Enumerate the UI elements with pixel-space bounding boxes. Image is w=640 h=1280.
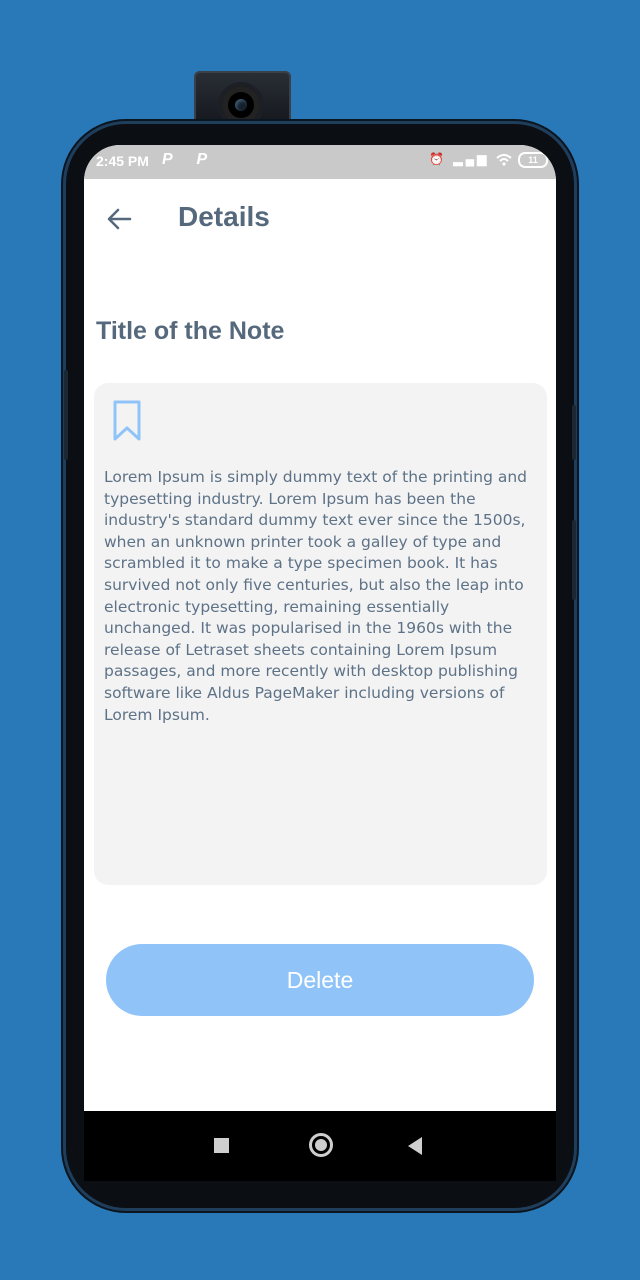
page-title: Details xyxy=(178,201,270,232)
app-bar: Details xyxy=(84,179,556,259)
bookmark-icon[interactable] xyxy=(112,399,142,443)
phone-side-button xyxy=(572,520,576,600)
phone-side-button xyxy=(572,405,576,460)
signal-icon: ▂▄▆ xyxy=(453,152,490,167)
camera-lens xyxy=(222,86,260,124)
status-icons: ⏰ ▂▄▆ 11 xyxy=(429,152,548,168)
status-time: 2:45 PM xyxy=(96,153,149,169)
arrow-left-icon xyxy=(107,208,132,230)
back-triangle-icon[interactable] xyxy=(408,1137,422,1155)
battery-icon: 11 xyxy=(518,152,548,168)
notification-icons: P P xyxy=(162,151,218,168)
app-screen: 2:45 PM P P ⏰ ▂▄▆ 11 Details Title of th… xyxy=(84,145,556,1111)
alarm-icon: ⏰ xyxy=(429,152,447,167)
delete-button[interactable]: Delete xyxy=(106,944,534,1016)
status-bar: 2:45 PM P P ⏰ ▂▄▆ 11 xyxy=(84,145,556,179)
back-button[interactable] xyxy=(104,203,136,235)
note-title: Title of the Note xyxy=(96,317,285,345)
system-nav-bar xyxy=(84,1111,556,1181)
wifi-icon xyxy=(496,154,512,166)
phone-side-button xyxy=(64,370,68,460)
recents-square-icon[interactable] xyxy=(214,1138,229,1153)
home-circle-icon[interactable] xyxy=(309,1133,333,1157)
note-body: Lorem Ipsum is simply dummy text of the … xyxy=(104,468,527,724)
note-card: Lorem Ipsum is simply dummy text of the … xyxy=(94,383,547,885)
